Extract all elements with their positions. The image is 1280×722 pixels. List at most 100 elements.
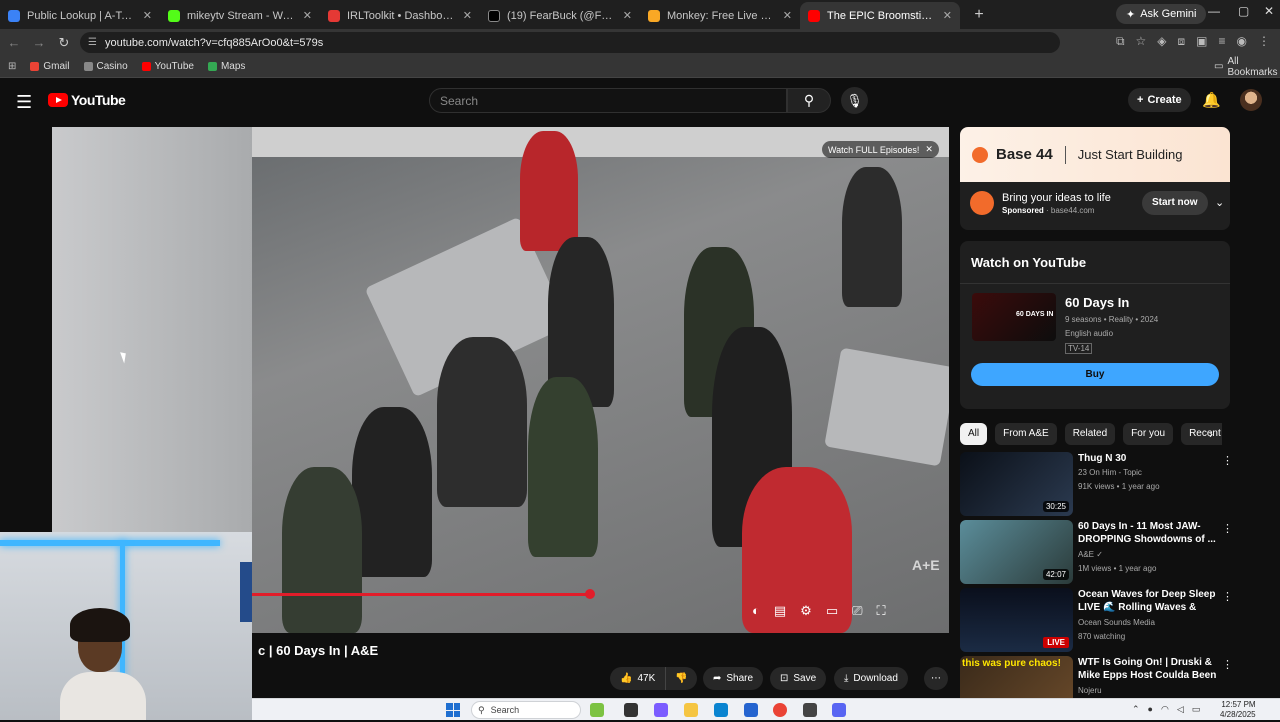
video-thumbnail[interactable]: LIVE	[960, 588, 1073, 652]
close-icon[interactable]: ✕	[463, 9, 472, 22]
app-icon[interactable]	[803, 703, 817, 717]
profile-icon[interactable]: ◉	[1237, 34, 1247, 49]
buy-button[interactable]: Buy	[971, 363, 1219, 386]
advertiser-avatar[interactable]	[970, 191, 994, 215]
share-button[interactable]: ➦ Share	[703, 667, 764, 690]
browser-tab[interactable]: IRLToolkit • Dashboard ✕	[320, 2, 480, 29]
voice-search-icon[interactable]: 🎙	[841, 87, 868, 114]
bookmark-maps[interactable]: Maps	[207, 61, 245, 72]
battery-icon[interactable]: ▭	[1192, 704, 1201, 715]
chevron-right-icon[interactable]: ›	[1209, 427, 1213, 441]
dislike-button[interactable]: 👎	[666, 667, 697, 690]
list-item[interactable]: 42:07 60 Days In - 11 Most JAW-DROPPING …	[960, 520, 1233, 586]
file-explorer-icon[interactable]	[684, 703, 698, 717]
close-icon[interactable]: ✕	[623, 9, 632, 22]
bookmark-casino[interactable]: Casino	[83, 61, 128, 72]
cast-icon[interactable]: ⎚	[852, 603, 862, 619]
chip-all[interactable]: All	[960, 423, 988, 445]
more-vertical-icon[interactable]: ⋮	[1222, 454, 1233, 467]
autoplay-toggle-icon[interactable]: ◐	[752, 603, 760, 619]
video-thumbnail[interactable]: 42:07	[960, 520, 1073, 584]
apps-grid-icon[interactable]: ⊞	[8, 61, 16, 72]
download-button[interactable]: ⤓ Download	[834, 667, 908, 690]
ad-banner[interactable]: Base 44 Just Start Building	[960, 127, 1230, 182]
like-button[interactable]: 👍 47K	[610, 667, 667, 690]
wifi-icon[interactable]: ◠	[1161, 704, 1169, 715]
ask-gemini-button[interactable]: ✦ Ask Gemini	[1116, 4, 1207, 24]
menu-icon[interactable]: ⋮	[1258, 34, 1270, 49]
restore-icon[interactable]: ▢	[1238, 4, 1249, 18]
chrome-icon[interactable]	[773, 703, 787, 717]
cast-icon[interactable]: ⧉	[1116, 34, 1125, 49]
sponsored-ad-card[interactable]: Base 44 Just Start Building Bring your i…	[960, 127, 1230, 230]
avatar[interactable]	[1240, 89, 1262, 111]
edge-icon[interactable]	[714, 703, 728, 717]
list-item[interactable]: 30:25 Thug N 30 23 On Him - Topic 91K vi…	[960, 452, 1233, 518]
new-tab-button[interactable]: +	[968, 4, 990, 26]
video-progress-scrubber[interactable]	[585, 589, 595, 599]
more-vertical-icon[interactable]: ⋮	[1222, 522, 1233, 535]
miniplayer-icon[interactable]: ▭	[826, 603, 838, 619]
browser-tab-active[interactable]: The EPIC Broomstick Shank... ✕	[800, 2, 960, 29]
extension-icon[interactable]: ◈	[1157, 34, 1166, 49]
reading-list-icon[interactable]: ≡	[1219, 34, 1226, 49]
rec-title[interactable]: WTF Is Going On! | Druski & Mike Epps Ho…	[1078, 656, 1218, 682]
show-name[interactable]: 60 Days In	[1065, 295, 1129, 310]
back-icon[interactable]: ←	[3, 35, 25, 50]
copilot-icon[interactable]	[654, 703, 668, 717]
widgets-icon[interactable]	[590, 703, 604, 717]
sidepanel-icon[interactable]: ▣	[1196, 34, 1207, 49]
fullscreen-icon[interactable]: ⛶	[877, 603, 886, 619]
close-icon[interactable]: ✕	[143, 9, 152, 22]
search-button[interactable]: ⚲	[787, 88, 831, 113]
discord-icon[interactable]	[832, 703, 846, 717]
bookmark-gmail[interactable]: Gmail	[30, 61, 70, 72]
chevron-up-icon[interactable]: ⌃	[1132, 704, 1140, 715]
hamburger-menu-icon[interactable]: ☰	[16, 92, 32, 113]
rec-channel[interactable]: A&E ✓	[1078, 550, 1103, 559]
volume-icon[interactable]: ◁	[1177, 704, 1184, 715]
more-actions-button[interactable]: ⋯	[924, 667, 948, 690]
video-thumbnail[interactable]: 30:25	[960, 452, 1073, 516]
list-item[interactable]: LIVE Ocean Waves for Deep Sleep LIVE 🌊 R…	[960, 588, 1233, 654]
taskbar-search[interactable]: ⚲ Search	[471, 701, 581, 719]
watch-full-episodes-badge[interactable]: Watch FULL Episodes! ✕	[822, 141, 939, 158]
save-button[interactable]: ⊡ Save	[770, 667, 827, 690]
browser-tab[interactable]: (19) FearBuck (@FearedBuck) / X ✕	[480, 2, 640, 29]
site-info-icon[interactable]: ☰	[88, 37, 97, 48]
rec-title[interactable]: Ocean Waves for Deep Sleep LIVE 🌊 Rollin…	[1078, 588, 1218, 614]
rec-title[interactable]: 60 Days In - 11 Most JAW-DROPPING Showdo…	[1078, 520, 1218, 546]
browser-tab[interactable]: Public Lookup | A-Tow Inc ✕	[0, 2, 160, 29]
minimize-icon[interactable]: —	[1208, 4, 1220, 18]
reload-icon[interactable]: ↻	[53, 35, 75, 51]
browser-tab[interactable]: Monkey: Free Live Video Chat with... ✕	[640, 2, 800, 29]
taskbar-clock[interactable]: 12:57 PM 4/28/2025	[1220, 700, 1256, 720]
search-input[interactable]: Search	[429, 88, 787, 113]
browser-tab[interactable]: mikeytv Stream - Watch Live on... ✕	[160, 2, 320, 29]
notifications-bell-icon[interactable]: 🔔	[1202, 91, 1221, 109]
rec-channel[interactable]: Ocean Sounds Media	[1078, 618, 1155, 627]
url-field[interactable]: ☰ youtube.com/watch?v=cfq885ArOo0&t=579s	[80, 32, 1060, 53]
create-button[interactable]: + Create	[1128, 88, 1191, 112]
chip-recent[interactable]: Recent	[1181, 423, 1222, 445]
more-vertical-icon[interactable]: ⋮	[1222, 658, 1233, 671]
captions-icon[interactable]: ▤	[774, 603, 786, 619]
show-thumbnail[interactable]: 60 DAYS IN	[972, 293, 1056, 341]
chip-related[interactable]: Related	[1064, 423, 1116, 445]
close-icon[interactable]: ✕	[303, 9, 312, 22]
chip-for-you[interactable]: For you	[1123, 423, 1174, 445]
close-icon[interactable]: ✕	[783, 9, 792, 22]
chevron-down-icon[interactable]: ⌄	[1215, 196, 1224, 209]
close-icon[interactable]: ✕	[943, 9, 952, 22]
rec-title[interactable]: Thug N 30	[1078, 452, 1218, 465]
rec-channel[interactable]: Nojeru	[1078, 686, 1102, 695]
close-window-icon[interactable]: ✕	[1264, 4, 1274, 18]
forward-icon[interactable]: →	[28, 35, 50, 50]
bookmark-star-icon[interactable]: ☆	[1136, 34, 1147, 49]
more-vertical-icon[interactable]: ⋮	[1222, 590, 1233, 603]
rec-channel[interactable]: 23 On Him - Topic	[1078, 468, 1142, 477]
windows-start-icon[interactable]	[446, 703, 460, 717]
puzzle-icon[interactable]: ⧈	[1178, 34, 1186, 49]
all-bookmarks[interactable]: ▭ All Bookmarks	[1214, 56, 1277, 78]
youtube-logo[interactable]: YouTube	[48, 92, 126, 108]
